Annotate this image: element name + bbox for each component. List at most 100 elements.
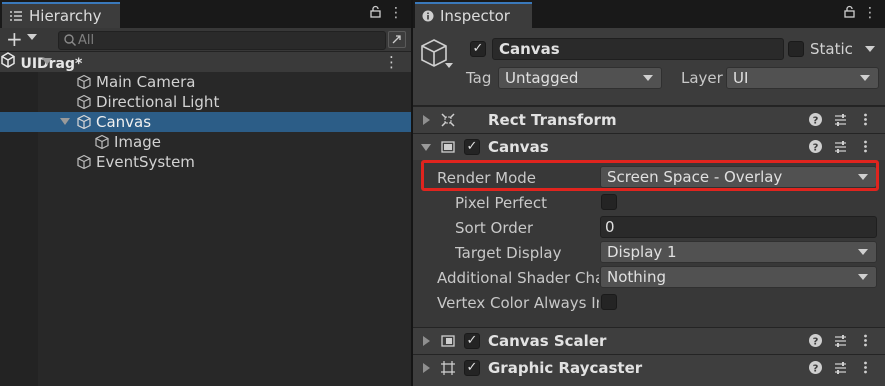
pixel-perfect-checkbox[interactable]: [601, 194, 617, 210]
chevron-down-icon: [643, 75, 653, 81]
hierarchy-item-label: Directional Light: [96, 93, 220, 111]
sort-order-field[interactable]: 0: [600, 216, 877, 238]
canvas-scaler-enabled-checkbox[interactable]: ✓: [464, 333, 480, 349]
render-mode-highlight-box: [421, 160, 879, 191]
tag-dropdown[interactable]: Untagged: [498, 67, 662, 89]
graphic-raycaster-icon: [441, 361, 455, 375]
static-label: Static: [810, 40, 853, 58]
inspector-tabbar: Inspector ⋮: [413, 0, 885, 28]
hierarchy-item-label: Canvas: [96, 113, 152, 131]
collapsed-arrow-icon[interactable]: [423, 363, 430, 373]
shader-channels-dropdown[interactable]: Nothing: [600, 266, 877, 288]
search-scene-icon: [392, 35, 401, 44]
hierarchy-item-eventsystem[interactable]: EventSystem: [0, 152, 411, 172]
hierarchy-tabbar: Hierarchy ⋮: [0, 0, 411, 28]
tag-label: Tag: [466, 69, 492, 87]
svg-text:?: ?: [813, 143, 819, 154]
graphic-raycaster-enabled-checkbox[interactable]: ✓: [464, 360, 480, 376]
hierarchy-item-canvas[interactable]: Canvas: [0, 112, 411, 132]
lock-icon[interactable]: [370, 5, 381, 18]
help-icon[interactable]: ?: [808, 139, 823, 154]
hierarchy-toolbar: + All: [0, 28, 411, 52]
more-options-icon[interactable]: [858, 360, 873, 375]
svg-text:?: ?: [813, 116, 819, 127]
active-checkbox[interactable]: ✓: [470, 41, 486, 57]
tab-hierarchy[interactable]: Hierarchy: [2, 2, 120, 28]
unity-scene-icon: [1, 52, 15, 68]
more-options-icon[interactable]: ⋮: [863, 5, 877, 21]
gameobject-cube-icon: [77, 74, 91, 90]
help-icon[interactable]: ?: [808, 112, 823, 127]
component-title: Canvas: [488, 138, 549, 156]
scene-row[interactable]: UIDrag* ⋮: [0, 52, 411, 72]
scene-fold-icon[interactable]: [42, 58, 52, 65]
static-dropdown-icon[interactable]: [865, 46, 875, 52]
scene-more-icon[interactable]: ⋮: [384, 53, 399, 71]
presets-icon[interactable]: [833, 333, 848, 348]
hierarchy-item-image[interactable]: Image: [0, 132, 411, 152]
tab-inspector[interactable]: Inspector: [415, 2, 532, 28]
canvas-icon: [441, 141, 455, 153]
chevron-down-icon[interactable]: [27, 34, 37, 40]
gameobject-cube-icon: [77, 154, 91, 170]
component-graphic-raycaster[interactable]: ✓ Graphic Raycaster ?: [413, 354, 885, 386]
svg-text:?: ?: [813, 337, 819, 348]
more-options-icon[interactable]: ⋮: [389, 5, 403, 21]
help-icon[interactable]: ?: [808, 333, 823, 348]
hierarchy-panel: Hierarchy ⋮ + All UIDrag* ⋮ Main Camera …: [0, 0, 411, 386]
add-icon[interactable]: +: [6, 29, 23, 49]
target-display-dropdown[interactable]: Display 1: [600, 241, 877, 263]
component-controls: ?: [808, 360, 873, 375]
inspector-panel: Inspector ⋮ ✓ Canvas Static Tag Untagged…: [413, 0, 885, 386]
tag-value: Untagged: [505, 69, 579, 87]
component-title: Canvas Scaler: [488, 332, 607, 350]
layer-value: UI: [733, 69, 749, 87]
sort-order-label: Sort Order: [455, 219, 534, 237]
shader-channels-label: Additional Shader Chan: [437, 269, 599, 287]
layer-label: Layer: [681, 69, 723, 87]
target-display-label: Target Display: [455, 244, 562, 262]
component-canvas[interactable]: ✓ Canvas ?: [413, 133, 885, 160]
presets-icon[interactable]: [833, 360, 848, 375]
canvas-fold-icon[interactable]: [60, 118, 70, 125]
shader-channels-value: Nothing: [607, 268, 666, 286]
component-controls: ?: [808, 139, 873, 154]
rect-transform-icon: [441, 113, 455, 127]
hierarchy-tab-label: Hierarchy: [29, 7, 102, 25]
svg-text:?: ?: [813, 364, 819, 375]
search-icon: [64, 34, 76, 46]
expanded-arrow-icon[interactable]: [421, 144, 431, 151]
presets-icon[interactable]: [833, 139, 848, 154]
more-options-icon[interactable]: [858, 333, 873, 348]
layer-dropdown[interactable]: UI: [726, 67, 879, 89]
static-checkbox[interactable]: [788, 41, 804, 57]
more-options-icon[interactable]: [858, 112, 873, 127]
vertex-color-checkbox[interactable]: [601, 294, 617, 310]
search-options-button[interactable]: [388, 31, 406, 48]
component-controls: ?: [808, 333, 873, 348]
hierarchy-item-label: EventSystem: [96, 153, 195, 171]
hierarchy-item-main-camera[interactable]: Main Camera: [0, 72, 411, 92]
chevron-down-icon: [860, 75, 870, 81]
hierarchy-item-directional-light[interactable]: Directional Light: [0, 92, 411, 112]
canvas-scaler-icon: [441, 335, 455, 347]
chevron-down-icon[interactable]: [445, 63, 453, 68]
presets-icon[interactable]: [833, 112, 848, 127]
collapsed-arrow-icon[interactable]: [423, 336, 430, 346]
more-options-icon[interactable]: [858, 139, 873, 154]
gameobject-cube-icon: [95, 134, 109, 150]
vertex-color-label: Vertex Color Always In: [437, 294, 599, 312]
object-name-field[interactable]: Canvas: [492, 38, 784, 60]
hierarchy-item-label: Main Camera: [96, 73, 196, 91]
component-title: Rect Transform: [488, 111, 617, 129]
hierarchy-tab-controls: ⋮: [370, 5, 403, 21]
chevron-down-icon: [858, 249, 868, 255]
lock-icon[interactable]: [844, 5, 855, 18]
component-rect-transform[interactable]: Rect Transform ?: [413, 106, 885, 133]
target-display-value: Display 1: [607, 243, 677, 261]
collapsed-arrow-icon[interactable]: [423, 115, 430, 125]
search-input[interactable]: All: [58, 31, 386, 50]
component-canvas-scaler[interactable]: ✓ Canvas Scaler ?: [413, 327, 885, 354]
help-icon[interactable]: ?: [808, 360, 823, 375]
canvas-enabled-checkbox[interactable]: ✓: [464, 139, 480, 155]
